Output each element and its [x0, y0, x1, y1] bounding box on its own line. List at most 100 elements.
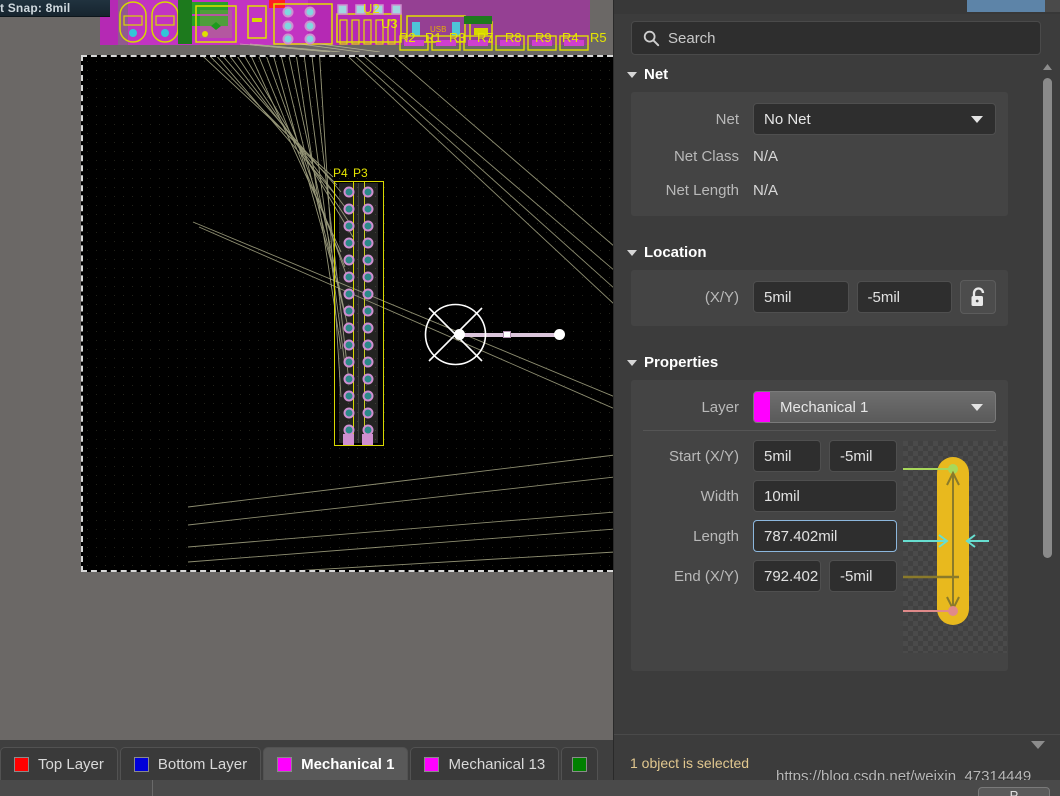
connector-pads-svg [343, 186, 374, 445]
net-class-value: N/A [753, 147, 779, 165]
net-group: Net No Net Net Class N/A Net Length N/A [631, 92, 1008, 216]
start-y-field[interactable]: -5mil [829, 440, 897, 472]
track-preview-diagram [863, 441, 1007, 653]
layer-tab-label: Mechanical 1 [301, 755, 395, 773]
pcb-work-area[interactable]: P4 P3 [81, 55, 613, 572]
net-class-label: Net Class [673, 147, 739, 165]
pcb-board-overview[interactable]: U2 U3 R2 R1 R3 R7 R8 R9 R4 R5 USB t Snap: 8m… [0, 0, 613, 52]
net-length-value: N/A [753, 181, 779, 199]
properties-group: Layer Mechanical 1 Start (X/Y) 5mil -5mi… [631, 380, 1008, 671]
section-header-properties[interactable]: Properties [614, 350, 1026, 374]
divider [643, 430, 996, 431]
layer-tab-bar[interactable]: Top Layer Bottom Layer Mechanical 1 Mech… [0, 740, 613, 780]
net-dropdown[interactable]: No Net [753, 103, 996, 135]
layer-tab-top-layer[interactable]: Top Layer [0, 747, 118, 780]
track-midpoint-handle[interactable] [503, 331, 511, 338]
layer-label: Layer [701, 398, 739, 416]
app-window: U2 U3 R2 R1 R3 R7 R8 R9 R4 R5 USB t Snap: 8m… [0, 0, 1060, 796]
location-y-field[interactable]: -5mil [856, 281, 952, 313]
app-bottom-strip [0, 780, 1060, 796]
layer-color-swatch [572, 756, 588, 772]
net-class-row: Net Class N/A [643, 142, 996, 170]
layer-color-swatch [754, 392, 770, 422]
svg-text:R9: R9 [535, 30, 552, 45]
svg-text:R4: R4 [562, 30, 579, 45]
collapse-triangle-icon[interactable] [627, 250, 637, 256]
chevron-down-icon[interactable] [971, 115, 983, 123]
section-title: Location [644, 243, 707, 261]
start-row: Start (X/Y) 5mil -5mil [643, 439, 897, 473]
length-row: Length 787.402mil [643, 519, 897, 553]
panel-active-tab[interactable] [967, 0, 1045, 12]
svg-text:R7: R7 [477, 30, 494, 45]
length-label: Length [693, 527, 739, 545]
layer-color-swatch [133, 756, 149, 772]
end-row: End (X/Y) 792.402 -5mil [643, 559, 897, 593]
layer-color-swatch [424, 756, 440, 772]
layer-dropdown-value: Mechanical 1 [780, 398, 869, 416]
net-row: Net No Net [643, 102, 996, 136]
section-header-location[interactable]: Location [614, 240, 1026, 264]
section-title: Properties [644, 353, 719, 371]
net-label: Net [715, 110, 739, 128]
layer-tab-mechanical-13[interactable]: Mechanical 13 [410, 747, 560, 780]
panel-scroll-region[interactable]: Net Net No Net Net Class N/A Net Length … [614, 62, 1060, 734]
end-label: End (X/Y) [673, 567, 739, 585]
width-label: Width [700, 487, 739, 505]
layer-color-swatch [14, 756, 29, 772]
divider [152, 780, 153, 796]
layer-tab-mechanical-1[interactable]: Mechanical 1 [263, 747, 409, 780]
layer-dropdown[interactable]: Mechanical 1 [753, 391, 996, 423]
snap-tooltip: t Snap: 8mil [0, 0, 110, 17]
scroll-up-arrow-icon[interactable] [1042, 62, 1053, 72]
length-field[interactable]: 787.402mil [753, 520, 897, 552]
search-icon [643, 30, 660, 47]
layer-tab-label: Mechanical 13 [448, 755, 546, 773]
svg-text:R3: R3 [449, 30, 466, 45]
geometry-editor: Start (X/Y) 5mil -5mil Width 10mil Lengt… [643, 439, 1007, 653]
properties-panel: Search Net Net No Net Net Class N/A Net … [613, 0, 1060, 796]
collapse-triangle-icon[interactable] [627, 72, 637, 78]
location-xy-row: (X/Y) 5mil -5mil [643, 280, 996, 314]
net-length-label: Net Length [665, 181, 739, 199]
cursor-crosshair-icon [424, 303, 487, 366]
svg-text:U3: U3 [381, 16, 398, 31]
section-header-net[interactable]: Net [614, 62, 1026, 86]
section-title: Net [644, 65, 669, 83]
start-x-field[interactable]: 5mil [753, 440, 821, 472]
unlock-icon [971, 286, 984, 306]
track-end-handle[interactable] [554, 329, 565, 340]
net-length-row: Net Length N/A [643, 176, 996, 204]
search-placeholder: Search [668, 29, 716, 47]
start-label: Start (X/Y) [668, 447, 739, 465]
layer-tab-next[interactable] [561, 747, 599, 780]
bottom-right-button[interactable]: P [978, 787, 1050, 796]
pcb-canvas[interactable]: U2 U3 R2 R1 R3 R7 R8 R9 R4 R5 USB t Snap: 8m… [0, 0, 613, 740]
width-row: Width 10mil [643, 479, 897, 513]
search-input[interactable]: Search [631, 21, 1041, 55]
layer-color-swatch [277, 756, 293, 772]
end-x-field[interactable]: 792.402 [753, 560, 821, 592]
svg-text:U2: U2 [363, 1, 380, 16]
layer-tab-label: Bottom Layer [157, 755, 248, 773]
end-y-field[interactable]: -5mil [829, 560, 897, 592]
track-preview-svg [863, 457, 989, 625]
location-x-field[interactable]: 5mil [753, 281, 849, 313]
collapse-triangle-icon[interactable] [627, 360, 637, 366]
svg-text:R5: R5 [590, 30, 607, 45]
svg-text:USB: USB [430, 25, 446, 34]
svg-text:R8: R8 [505, 30, 522, 45]
scrollbar-thumb[interactable] [1043, 78, 1052, 558]
width-field[interactable]: 10mil [753, 480, 897, 512]
panel-scrollbar[interactable] [1041, 62, 1054, 744]
panel-tab-close-button[interactable] [1045, 0, 1060, 12]
chevron-down-icon[interactable] [971, 403, 983, 411]
layer-tab-bottom-layer[interactable]: Bottom Layer [119, 747, 262, 780]
net-dropdown-value: No Net [764, 110, 811, 128]
layer-row: Layer Mechanical 1 [643, 390, 996, 424]
svg-text:R2: R2 [399, 30, 416, 45]
location-group: (X/Y) 5mil -5mil [631, 270, 1008, 326]
panel-tab-strip [614, 0, 1060, 14]
lock-toggle-button[interactable] [960, 280, 996, 314]
chevron-down-icon[interactable] [1031, 741, 1045, 749]
